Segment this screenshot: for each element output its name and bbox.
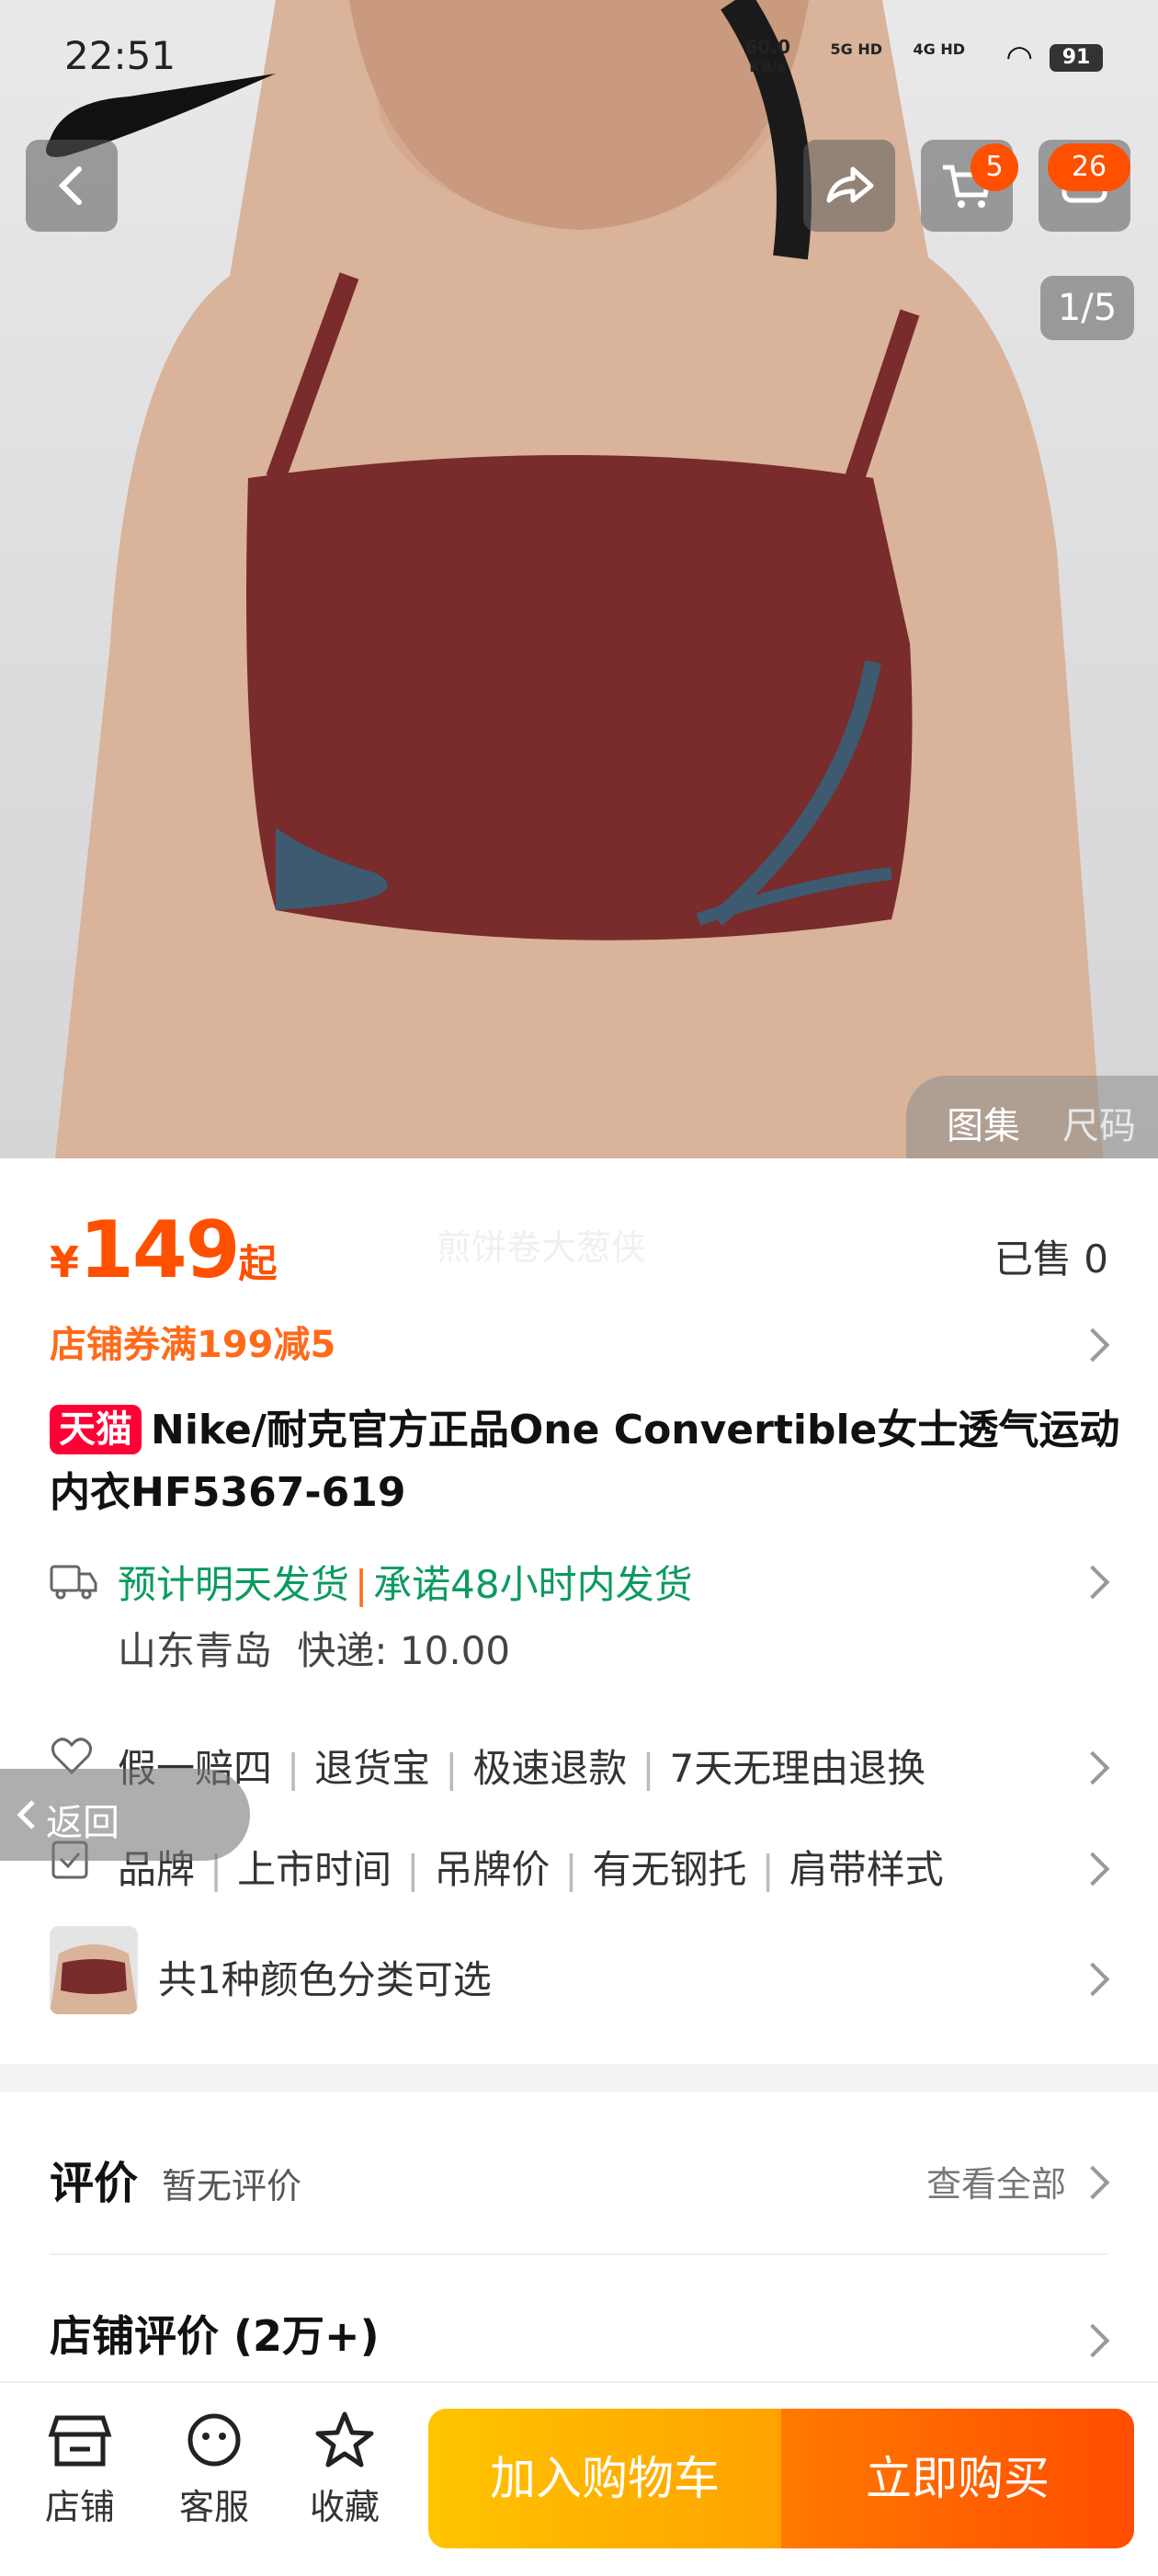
- chevron-left-icon: [17, 1800, 35, 1829]
- return-label: 返回: [46, 1802, 119, 1844]
- service-item: 极速退款: [472, 1746, 628, 1791]
- shop-label: 店铺: [44, 2487, 115, 2527]
- star-icon: [315, 2411, 374, 2468]
- signal-4g: 4G HD: [913, 40, 965, 58]
- truck-icon: [50, 1565, 97, 1600]
- price-value: 149: [79, 1204, 241, 1296]
- chat-icon: [187, 2413, 241, 2467]
- service-item: 退货宝: [314, 1746, 431, 1791]
- product-params[interactable]: 品牌 | 上市时间 | 吊牌价 | 有无钢托 | 肩带样式: [118, 1839, 944, 1895]
- message-count-badge: 26: [1048, 143, 1130, 191]
- color-thumbnail[interactable]: [50, 1926, 138, 2014]
- store-icon: [48, 2415, 112, 2467]
- tab-size[interactable]: 尺码: [1062, 1096, 1136, 1149]
- param-item: 肩带样式: [789, 1847, 944, 1892]
- net-speed-unit: KB/s: [749, 58, 787, 75]
- network-speed: 60.0 KB/s: [745, 37, 790, 77]
- param-item: 有无钢托: [592, 1847, 747, 1892]
- service-label: 客服: [178, 2487, 249, 2527]
- signal-5g: 5G HD: [830, 40, 882, 58]
- color-options[interactable]: 共1种颜色分类可选: [158, 1949, 492, 2005]
- param-item: 吊牌价: [434, 1847, 551, 1892]
- gallery-tabs: 图集 尺码: [906, 1076, 1158, 1158]
- product-title-text: Nike/耐克官方正品One Convertible女士透气运动内衣HF5367…: [50, 1407, 1120, 1516]
- watermark-text: 煎饼卷大葱侠: [437, 1227, 647, 1268]
- chevron-left-icon: [58, 166, 82, 205]
- price: ¥149起: [50, 1204, 278, 1296]
- wifi-icon: ◠: [1005, 39, 1033, 75]
- reviews-empty: 暂无评价: [162, 2166, 302, 2206]
- divider: [50, 2253, 1108, 2255]
- favorite-button[interactable]: 收藏: [294, 2411, 395, 2529]
- chevron-right-icon: [1075, 1328, 1110, 1362]
- param-item: 上市时间: [237, 1847, 392, 1892]
- product-image-carousel[interactable]: 22:51 60.0 KB/s 5G HD 4G HD ◠ 91 5 26 1/…: [0, 0, 1158, 1158]
- chevron-right-icon: [1075, 1565, 1110, 1600]
- currency-symbol: ¥: [50, 1237, 80, 1287]
- battery-indicator: 91: [1050, 44, 1103, 72]
- share-button[interactable]: [803, 140, 895, 232]
- service-item: 7天无理由退换: [669, 1746, 926, 1791]
- chevron-right-icon: [1075, 2165, 1110, 2200]
- add-to-cart-button[interactable]: 加入购物车: [428, 2409, 781, 2548]
- image-pager: 1/5: [1040, 276, 1134, 340]
- shop-button[interactable]: 店铺: [29, 2411, 131, 2529]
- ship-promise-text: 承诺48小时内发货: [373, 1562, 693, 1607]
- cart-count-badge: 5: [971, 143, 1018, 191]
- store-coupon[interactable]: 店铺券满199减5: [50, 1315, 335, 1368]
- product-info-card: ¥149起 煎饼卷大葱侠 已售 0 店铺券满199减5 天猫 Nike/耐克官方正…: [0, 1158, 1158, 2064]
- reviews-section: 评价 暂无评价 查看全部 店铺评价 (2万+): [0, 2092, 1158, 2386]
- bottom-action-bar: 店铺 客服 收藏 加入购物车 立即购买: [0, 2381, 1158, 2576]
- shipping-estimate[interactable]: 预计明天发货 | 承诺48小时内发货: [118, 1554, 693, 1610]
- price-suffix: 起: [238, 1241, 278, 1286]
- chevron-right-icon: [1075, 2323, 1110, 2358]
- product-title: 天猫 Nike/耐克官方正品One Convertible女士透气运动内衣HF53…: [50, 1399, 1125, 1524]
- view-all-reviews[interactable]: 查看全部: [926, 2156, 1066, 2206]
- chevron-right-icon: [1075, 1750, 1110, 1785]
- favorite-label: 收藏: [309, 2487, 380, 2527]
- ship-separator: |: [355, 1562, 369, 1607]
- sold-count: 已售 0: [993, 1237, 1108, 1282]
- customer-service-button[interactable]: 客服: [164, 2411, 265, 2529]
- ship-estimate-text: 预计明天发货: [118, 1562, 350, 1607]
- back-button[interactable]: [26, 140, 118, 232]
- buy-now-button[interactable]: 立即购买: [781, 2409, 1134, 2548]
- ship-fee: 快递: 10.00: [297, 1628, 511, 1673]
- chevron-right-icon: [1075, 1852, 1110, 1886]
- tmall-tag: 天猫: [50, 1405, 142, 1454]
- return-button[interactable]: 返回: [0, 1769, 250, 1861]
- status-time: 22:51: [64, 33, 176, 78]
- shop-reviews-title[interactable]: 店铺评价 (2万+): [50, 2303, 380, 2364]
- reviews-title: 评价: [50, 2158, 139, 2209]
- ship-origin-city: 山东青岛: [118, 1628, 273, 1673]
- share-icon: [826, 166, 874, 203]
- net-speed-value: 60.0: [744, 36, 790, 58]
- ship-origin: 山东青岛 快递: 10.00: [118, 1620, 510, 1676]
- status-bar: 22:51 60.0 KB/s 5G HD 4G HD ◠ 91: [64, 33, 1103, 79]
- chevron-right-icon: [1075, 1962, 1110, 1997]
- tab-gallery[interactable]: 图集: [947, 1096, 1020, 1149]
